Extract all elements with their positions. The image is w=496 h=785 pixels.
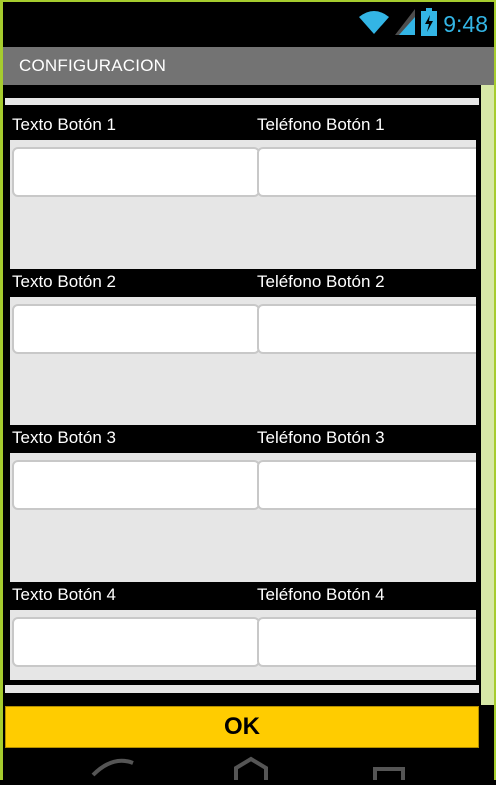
- top-divider: [5, 98, 479, 105]
- form-row-2: Texto Botón 2 Teléfono Botón 2: [10, 269, 476, 425]
- home-icon[interactable]: [231, 753, 271, 785]
- text-input-4[interactable]: [12, 617, 260, 667]
- ok-button[interactable]: OK: [5, 706, 479, 748]
- phone-input-2[interactable]: [257, 304, 476, 354]
- content-area: Texto Botón 1 Teléfono Botón 1 Texto Bot…: [3, 85, 494, 785]
- label-bar: Texto Botón 1 Teléfono Botón 1: [10, 112, 476, 140]
- label-bar: Texto Botón 3 Teléfono Botón 3: [10, 425, 476, 453]
- form-panel: Texto Botón 1 Teléfono Botón 1 Texto Bot…: [5, 105, 479, 683]
- phone-label-3: Teléfono Botón 3: [257, 428, 385, 447]
- form-row-3: Texto Botón 3 Teléfono Botón 3: [10, 425, 476, 581]
- status-bar: 9:48: [3, 2, 494, 47]
- clock: 9:48: [443, 10, 488, 37]
- wifi-icon: [359, 9, 390, 40]
- signal-icon: [395, 8, 416, 40]
- phone-label-1: Teléfono Botón 1: [257, 115, 385, 134]
- phone-label-2: Teléfono Botón 2: [257, 272, 385, 291]
- form-row-4: Texto Botón 4 Teléfono Botón 4: [10, 582, 476, 680]
- nav-bar: [3, 753, 494, 785]
- title-bar: CONFIGURACION: [3, 47, 494, 85]
- ok-button-label: OK: [224, 713, 260, 740]
- text-input-1[interactable]: [12, 147, 260, 197]
- bottom-divider: [5, 685, 479, 693]
- scroll-track: [481, 85, 494, 705]
- form-inner: Texto Botón 1 Teléfono Botón 1 Texto Bot…: [10, 112, 476, 680]
- text-input-3[interactable]: [12, 460, 260, 510]
- label-bar: Texto Botón 4 Teléfono Botón 4: [10, 582, 476, 610]
- phone-input-1[interactable]: [257, 147, 476, 197]
- text-input-2[interactable]: [12, 304, 260, 354]
- text-label-1: Texto Botón 1: [12, 115, 116, 134]
- phone-input-3[interactable]: [257, 460, 476, 510]
- page-title: CONFIGURACION: [19, 56, 167, 75]
- form-row-1: Texto Botón 1 Teléfono Botón 1: [10, 112, 476, 268]
- text-label-3: Texto Botón 3: [12, 428, 116, 447]
- text-label-4: Texto Botón 4: [12, 585, 116, 604]
- label-bar: Texto Botón 2 Teléfono Botón 2: [10, 269, 476, 297]
- text-label-2: Texto Botón 2: [12, 272, 116, 291]
- phone-input-4[interactable]: [257, 617, 476, 667]
- back-icon[interactable]: [88, 753, 138, 785]
- battery-icon: [421, 7, 438, 41]
- recents-icon[interactable]: [369, 753, 409, 785]
- phone-label-4: Teléfono Botón 4: [257, 585, 385, 604]
